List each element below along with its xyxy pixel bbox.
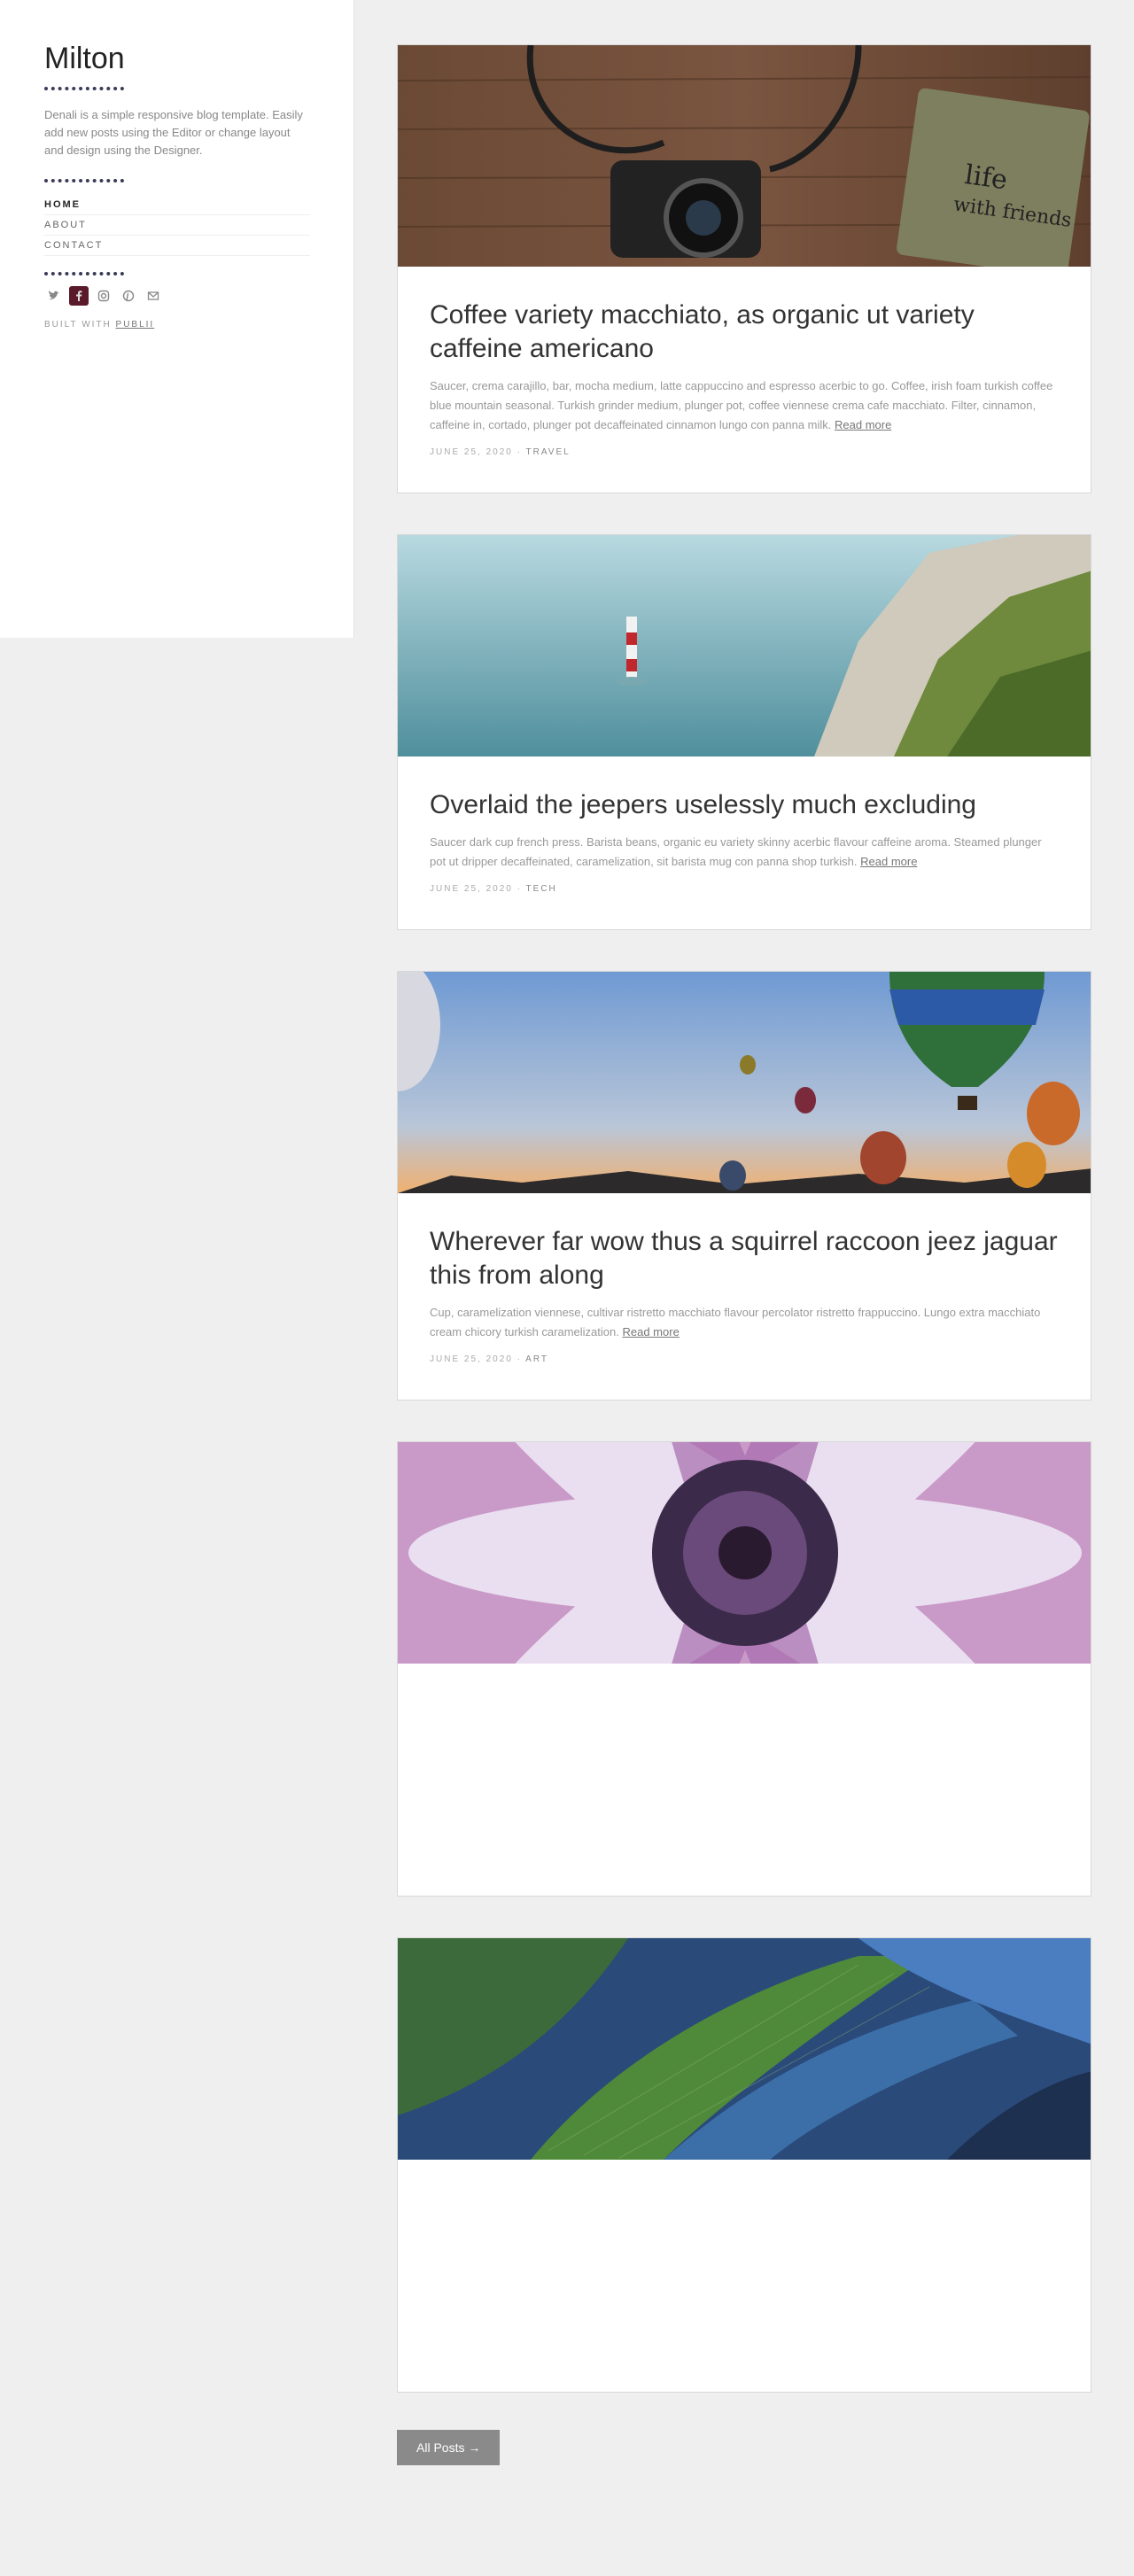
read-more-link[interactable]: Read more bbox=[835, 418, 891, 431]
post-title[interactable]: Coffee variety macchiato, as organic ut … bbox=[430, 299, 1059, 366]
post-date: JUNE 25, 2020 bbox=[430, 447, 513, 457]
post-card: Overlaid the jeepers uselessly much excl… bbox=[397, 534, 1091, 930]
post-image-flower[interactable] bbox=[398, 1442, 1091, 1664]
post-meta: JUNE 25, 2020 · TRAVEL bbox=[430, 447, 571, 457]
svg-text:life: life bbox=[963, 159, 1009, 196]
post-excerpt bbox=[430, 1756, 1059, 1834]
post-category[interactable]: ART bbox=[525, 1354, 548, 1364]
built-with-label: BUILT WITH bbox=[44, 320, 112, 330]
post-title[interactable]: Wherever far wow thus a squirrel raccoon… bbox=[430, 1225, 1059, 1292]
post-excerpt: Saucer, crema carajillo, bar, mocha medi… bbox=[430, 376, 1059, 435]
post-date: JUNE 25, 2020 bbox=[430, 884, 513, 894]
social-links bbox=[44, 286, 310, 306]
site-description: Denali is a simple responsive blog templ… bbox=[44, 108, 303, 157]
post-title[interactable] bbox=[430, 2192, 1059, 2241]
site-title[interactable]: Milton bbox=[44, 39, 310, 78]
post-meta: JUNE 25, 2020 · ART bbox=[430, 1354, 548, 1364]
post-card: Wherever far wow thus a squirrel raccoon… bbox=[397, 971, 1091, 1401]
post-card: life with friends Coffee variety macchia… bbox=[397, 44, 1091, 493]
nav-item-contact[interactable]: CONTACT bbox=[44, 236, 310, 256]
title-divider bbox=[44, 87, 124, 90]
post-category[interactable]: TRAVEL bbox=[526, 447, 571, 457]
excerpt-text: Cup, caramelization viennese, cultivar r… bbox=[430, 1306, 1041, 1338]
read-more-link[interactable]: Read more bbox=[860, 855, 917, 868]
post-meta bbox=[430, 1846, 1059, 1860]
post-image-balloons[interactable] bbox=[398, 972, 1091, 1193]
post-title[interactable] bbox=[430, 1695, 1059, 1745]
post-image-feathers[interactable] bbox=[398, 1938, 1091, 2160]
excerpt-text: Saucer dark cup french press. Barista be… bbox=[430, 835, 1042, 868]
post-excerpt: Saucer dark cup french press. Barista be… bbox=[430, 833, 1059, 872]
read-more-link[interactable]: Read more bbox=[622, 1325, 679, 1338]
mail-icon[interactable] bbox=[144, 286, 163, 306]
nav-divider bbox=[44, 179, 124, 182]
post-feed: life with friends Coffee variety macchia… bbox=[397, 44, 1091, 2465]
facebook-icon[interactable] bbox=[69, 286, 89, 306]
nav-item-home[interactable]: HOME bbox=[44, 195, 310, 215]
post-image-lighthouse[interactable] bbox=[398, 535, 1091, 757]
publii-link[interactable]: PUBLII bbox=[116, 320, 155, 330]
post-meta bbox=[430, 2342, 1059, 2356]
nav-item-about[interactable]: ABOUT bbox=[44, 215, 310, 236]
post-card bbox=[397, 1441, 1091, 1897]
post-image-camera[interactable]: life with friends bbox=[398, 45, 1091, 267]
post-title[interactable]: Overlaid the jeepers uselessly much excl… bbox=[430, 788, 1059, 822]
post-meta: JUNE 25, 2020 · TECH bbox=[430, 884, 557, 894]
excerpt-text: Saucer, crema carajillo, bar, mocha medi… bbox=[430, 379, 1053, 431]
post-card bbox=[397, 1937, 1091, 2393]
social-divider bbox=[44, 272, 124, 275]
twitter-icon[interactable] bbox=[44, 286, 64, 306]
post-date: JUNE 25, 2020 bbox=[430, 1354, 513, 1364]
post-excerpt: Cup, caramelization viennese, cultivar r… bbox=[430, 1303, 1059, 1342]
post-category[interactable]: TECH bbox=[526, 884, 557, 894]
all-posts-button[interactable]: All Posts → bbox=[397, 2430, 501, 2465]
instagram-icon[interactable] bbox=[94, 286, 113, 306]
main-nav: HOME ABOUT CONTACT bbox=[44, 195, 310, 256]
post-excerpt bbox=[430, 2252, 1059, 2330]
pinterest-icon[interactable] bbox=[119, 286, 138, 306]
sidebar: Milton Denali is a simple responsive blo… bbox=[0, 0, 354, 638]
built-with-note: BUILT WITH PUBLII bbox=[44, 320, 310, 330]
